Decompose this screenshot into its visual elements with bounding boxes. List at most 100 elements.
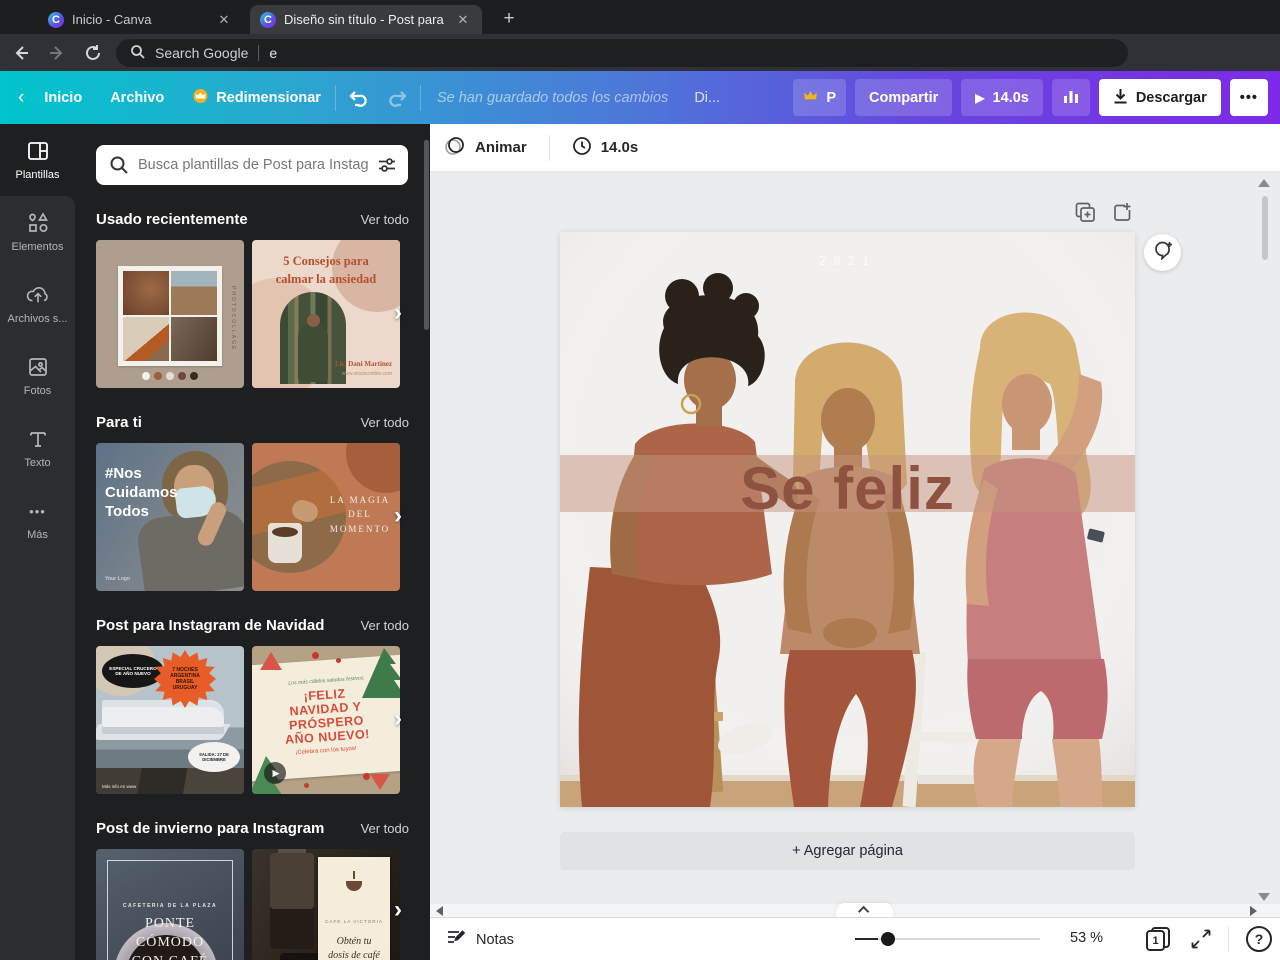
search-icon (130, 44, 145, 62)
pro-button[interactable]: P (793, 79, 846, 116)
browser-tab-home[interactable]: C Inicio - Canva ✕ (38, 5, 243, 34)
template-crucero[interactable]: ESPECIAL CRUCERO DE AÑO NUEVO 7 NOCHES A… (96, 646, 244, 794)
sidebar-item-plantillas[interactable]: Plantillas (0, 124, 75, 196)
add-page-icon[interactable] (1112, 202, 1133, 228)
template-dosis-cafe[interactable]: CAFE LA VICTORIA Obtén tu dosis de café (252, 849, 400, 960)
scroll-down-arrow[interactable] (1258, 893, 1270, 901)
page-actions (1075, 202, 1133, 228)
collage-card (118, 266, 222, 366)
template-ansiedad[interactable]: 5 Consejos para calmar la ansiedad Lic. … (252, 240, 400, 388)
template-title-text: ¡FELIZ NAVIDAD Y PRÓSPERO AÑO NUEVO! (284, 686, 371, 747)
animate-button[interactable]: Animar (430, 136, 541, 160)
ver-todo-link[interactable]: Ver todo (361, 618, 409, 633)
zoom-level[interactable]: 53 % (1070, 930, 1103, 946)
design-year-text[interactable]: 2021 (560, 254, 1135, 268)
help-button[interactable]: ? (1246, 926, 1272, 952)
clock-icon (572, 136, 592, 160)
template-title-text: #Nos Cuidamos Todos (105, 465, 178, 520)
sidebar-item-archivos[interactable]: Archivos s... (0, 268, 75, 340)
template-la-magia[interactable]: LA MAGIA DEL MOMENTO (252, 443, 400, 591)
redo-icon[interactable] (384, 83, 414, 113)
duration-button[interactable]: 14.0s (558, 136, 653, 160)
search-icon (109, 155, 129, 180)
tab-close-icon[interactable]: ✕ (454, 11, 472, 29)
design-page[interactable]: 2021 Se feliz (560, 232, 1135, 807)
tab-close-icon[interactable]: ✕ (215, 11, 233, 29)
filter-icon[interactable] (377, 155, 397, 180)
section-header: Para ti Ver todo (96, 414, 409, 431)
menu-inicio[interactable]: Inicio (30, 90, 96, 106)
sidebar-item-label: Más (27, 529, 48, 541)
menu-archivo[interactable]: Archivo (96, 90, 178, 106)
address-bar-divider (258, 44, 260, 61)
panel-scrollbar-thumb[interactable] (424, 140, 429, 330)
timeline-expand-tab[interactable] (836, 903, 893, 918)
sidebar-item-label: Plantillas (15, 169, 60, 181)
template-badge-text: SALIDA: 27 DE DICIEMBRE (188, 742, 240, 772)
canva-favicon: C (48, 11, 64, 28)
sidebar-rail-group: Elementos Archivos s... Fotos Texto ••• … (0, 196, 75, 960)
section-header: Post para Instagram de Navidad Ver todo (96, 617, 409, 634)
row-next-chevron-icon[interactable]: › (394, 300, 402, 326)
play-button[interactable]: ▶ 14.0s (961, 79, 1043, 116)
design-title-truncated: Di... (694, 89, 721, 106)
scroll-left-arrow[interactable] (436, 906, 443, 916)
sidebar-item-fotos[interactable]: Fotos (0, 340, 75, 412)
sidebar-item-texto[interactable]: Texto (0, 412, 75, 484)
template-photocollage[interactable]: PHOTOCOLLAGE (96, 240, 244, 388)
text-icon (26, 427, 50, 451)
browser-tab-design[interactable]: C Diseño sin título - Post para ✕ (250, 5, 482, 34)
pro-label: P (826, 89, 836, 106)
template-nos-cuidamos[interactable]: #Nos Cuidamos Todos Your Logo (96, 443, 244, 591)
sidebar-item-elementos[interactable]: Elementos (0, 196, 75, 268)
add-page-button[interactable]: + Agregar página (560, 832, 1135, 870)
duplicate-page-icon[interactable] (1075, 202, 1096, 228)
back-to-home-icon[interactable]: ‹ (0, 87, 30, 109)
page-indicator[interactable]: 1 (1146, 927, 1172, 952)
more-options-button[interactable]: ••• (1229, 79, 1268, 116)
share-button[interactable]: Compartir (855, 79, 953, 116)
address-bar[interactable]: Search Google e (116, 38, 1128, 67)
play-icon: ▶ (975, 90, 985, 105)
new-tab-button[interactable]: + (496, 6, 522, 32)
bar-chart-icon (1063, 88, 1079, 108)
ver-todo-link[interactable]: Ver todo (361, 212, 409, 227)
upload-cloud-icon (26, 283, 50, 307)
toolbar-divider (548, 134, 550, 161)
forward-icon[interactable] (42, 38, 72, 68)
design-headline[interactable]: Se feliz (560, 454, 1135, 523)
chevron-up-icon (857, 905, 869, 918)
current-page-number: 1 (1146, 930, 1165, 951)
row-next-chevron-icon[interactable]: › (394, 897, 402, 923)
template-row: #Nos Cuidamos Todos Your Logo LA MAGIA D… (96, 443, 430, 591)
header-divider (419, 84, 421, 111)
notes-button[interactable]: Notas (446, 918, 514, 960)
ver-todo-link[interactable]: Ver todo (361, 415, 409, 430)
template-search (96, 145, 408, 185)
resize-button[interactable]: Redimensionar (178, 88, 335, 107)
address-bar-hint: Search Google (155, 44, 249, 61)
download-icon (1113, 88, 1128, 108)
download-button[interactable]: Descargar (1098, 79, 1221, 116)
vertical-scrollbar-thumb[interactable] (1262, 196, 1268, 260)
search-input[interactable] (96, 145, 408, 185)
comment-button[interactable] (1144, 234, 1181, 271)
fullscreen-button[interactable] (1190, 928, 1212, 955)
zoom-slider-thumb[interactable] (881, 932, 895, 946)
back-icon[interactable] (6, 38, 36, 68)
scroll-up-arrow[interactable] (1258, 179, 1270, 187)
insights-button[interactable] (1051, 79, 1090, 116)
template-logo-text: Your Logo (105, 576, 130, 582)
reload-icon[interactable] (78, 38, 108, 68)
row-next-chevron-icon[interactable]: › (394, 706, 402, 732)
scroll-right-arrow[interactable] (1250, 906, 1257, 916)
undo-icon[interactable] (342, 83, 372, 113)
ver-todo-link[interactable]: Ver todo (361, 821, 409, 836)
canva-favicon: C (260, 11, 276, 28)
template-ponte-comodo[interactable]: CAFETERIA DE LA PLAZA PONTE CÓMODO CON C… (96, 849, 244, 960)
row-next-chevron-icon[interactable]: › (394, 503, 402, 529)
sidebar-item-mas[interactable]: ••• Más (0, 484, 75, 556)
template-feliz-navidad[interactable]: Los más cálidos saludos festivos ¡FELIZ … (252, 646, 400, 794)
tab-title: Diseño sin título - Post para (284, 12, 444, 27)
template-site-text: www.sitioincreible.com (341, 371, 392, 377)
